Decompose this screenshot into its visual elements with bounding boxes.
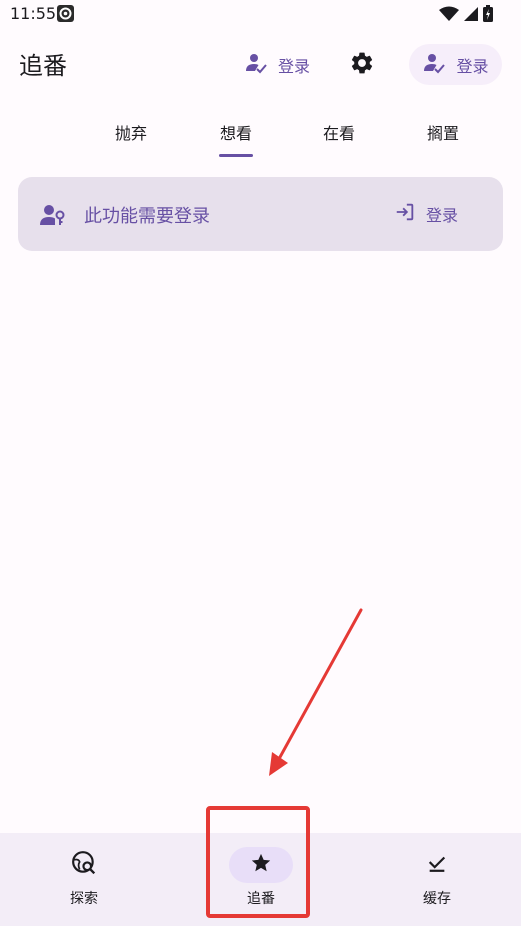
nav-label: 探索 bbox=[70, 891, 98, 907]
tab-label: 抛弃 bbox=[114, 124, 147, 143]
tab-label: 搁置 bbox=[426, 124, 459, 143]
person-key-icon bbox=[40, 204, 66, 230]
nav-item-explore[interactable]: 探索 bbox=[24, 833, 144, 926]
login-text-button[interactable]: 登录 bbox=[238, 45, 316, 85]
download-done-icon bbox=[426, 852, 448, 878]
login-text-button-label: 登录 bbox=[278, 57, 311, 76]
card-login-button-label: 登录 bbox=[426, 206, 459, 225]
tonal-login-button[interactable]: 登录 bbox=[409, 44, 502, 85]
login-required-message: 此功能需要登录 bbox=[84, 206, 210, 227]
nav-icon-container bbox=[405, 847, 469, 883]
tab-label: 在看 bbox=[322, 124, 355, 143]
how-to-reg-icon bbox=[244, 51, 268, 79]
tab-want-to-watch[interactable]: 想看 bbox=[196, 108, 276, 160]
tab-active-indicator bbox=[219, 154, 253, 157]
annotation-arrow-icon bbox=[260, 600, 370, 789]
battery-icon bbox=[483, 5, 493, 26]
login-required-card: 此功能需要登录 登录 bbox=[18, 177, 503, 251]
nav-item-cache[interactable]: 缓存 bbox=[377, 833, 497, 926]
cell-signal-icon bbox=[463, 6, 479, 26]
tab-abandoned[interactable]: 抛弃 bbox=[91, 108, 171, 160]
annotation-highlight-box bbox=[206, 806, 310, 918]
nav-label: 缓存 bbox=[423, 891, 451, 907]
screen: 11:55 追番 登录 登录 抛弃 想看 在看 搁置 此功能需要登录 登录 探索… bbox=[0, 0, 521, 926]
status-icons bbox=[439, 5, 493, 26]
tab-on-hold[interactable]: 搁置 bbox=[403, 108, 483, 160]
wifi-icon bbox=[439, 6, 459, 26]
nav-icon-container bbox=[52, 847, 116, 883]
how-to-reg-icon bbox=[422, 51, 446, 79]
page-title: 追番 bbox=[19, 52, 67, 80]
tonal-login-button-label: 登录 bbox=[456, 56, 489, 76]
status-time: 11:55 bbox=[10, 4, 57, 23]
notification-app-icon bbox=[57, 5, 74, 22]
travel-explore-icon bbox=[71, 850, 97, 880]
tab-row: 抛弃 想看 在看 搁置 bbox=[0, 108, 521, 160]
status-bar: 11:55 bbox=[0, 0, 521, 30]
gear-icon bbox=[349, 50, 375, 80]
card-login-button[interactable]: 登录 bbox=[386, 195, 466, 233]
login-icon bbox=[394, 201, 416, 227]
settings-button[interactable] bbox=[342, 45, 382, 85]
tab-watching[interactable]: 在看 bbox=[299, 108, 379, 160]
